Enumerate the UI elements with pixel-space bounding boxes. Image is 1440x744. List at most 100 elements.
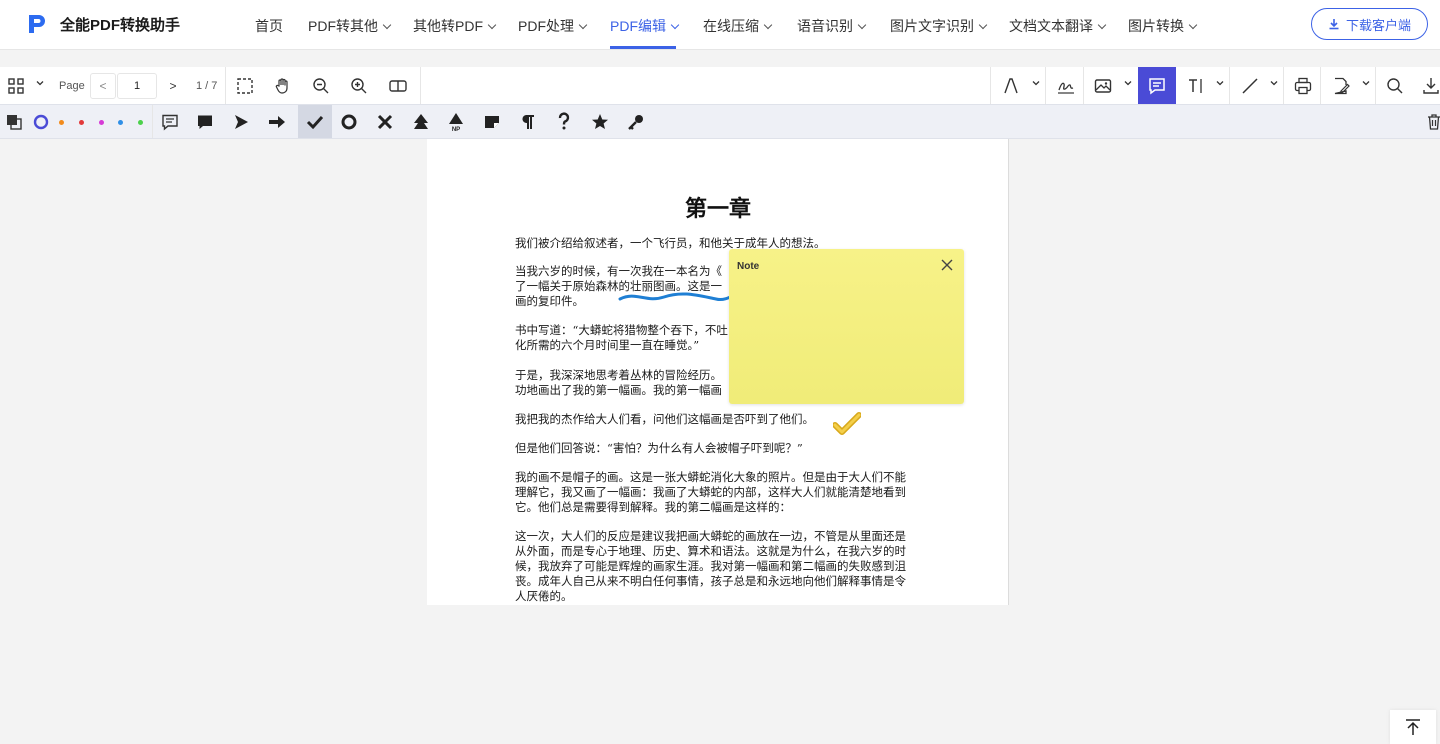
signature-icon[interactable] [1053,73,1079,99]
zoom-out-icon[interactable] [308,73,334,99]
page-number-input[interactable]: 1 [117,73,157,99]
chevron-down-icon[interactable] [35,78,45,91]
color-dot-magenta[interactable] [99,120,104,125]
nav-active-underline [610,46,676,49]
chevron-down-icon[interactable] [1269,78,1279,91]
two-page-view-icon[interactable] [385,73,411,99]
marquee-select-icon[interactable] [232,73,258,99]
color-dot-blue[interactable] [118,120,123,125]
help-question-icon[interactable] [550,109,578,135]
divider [420,67,421,105]
color-dot-red[interactable] [79,120,84,125]
nav-pdf-process[interactable]: PDF处理 [518,16,588,36]
chevron-down-icon [763,20,773,30]
chevron-down-icon [1188,20,1198,30]
paragraph: 但是他们回答说：“害怕？为什么有人会被帽子吓到呢？” [515,441,803,455]
checkmark-icon[interactable] [298,105,332,138]
nav-pdf-to-other[interactable]: PDF转其他 [308,16,392,36]
comment-tool-icon[interactable] [1138,67,1176,105]
divider [1283,67,1284,105]
sticky-note-popup[interactable]: Note [729,249,964,404]
nav-image-ocr[interactable]: 图片文字识别 [890,16,988,36]
paragraph: 书中写道：“大蟒蛇将猎物整个吞下，不吐 化所需的六个月时间里一直在睡觉。” [515,323,728,352]
star-icon[interactable] [586,109,614,135]
freehand-wave-annotation[interactable] [616,287,736,307]
nav-doc-translate[interactable]: 文档文本翻译 [1009,16,1107,36]
app-logo-icon[interactable] [26,13,48,35]
comment-icon[interactable] [156,109,184,135]
divider [1375,67,1376,105]
sticky-note-icon[interactable] [478,109,506,135]
document-viewport[interactable]: 第一章 我们被介绍给叙述者，一个飞行员，和他关于成年人的想法。 当我六岁的时候，… [0,139,1440,744]
nav-online-compress[interactable]: 在线压缩 [703,16,773,36]
chevron-down-icon [1097,20,1107,30]
chevron-down-icon [578,20,588,30]
checkmark-stamp-annotation[interactable] [833,412,861,436]
divider [1045,67,1046,105]
cross-icon[interactable] [371,109,399,135]
color-circle-icon[interactable] [27,109,55,135]
close-icon[interactable] [940,258,954,272]
chevron-down-icon [382,20,392,30]
arrow-up-icon [1406,719,1420,735]
note-title: Note [737,261,760,272]
download-file-icon[interactable] [1418,73,1440,99]
divider [1083,67,1084,105]
next-page-button[interactable]: > [160,73,186,99]
paragraph: 我的画不是帽子的画。这是一张大蟒蛇消化大象的照片。但是由于大人们不能 理解它，我… [515,470,906,514]
color-dot-green[interactable] [138,120,143,125]
chevron-down-icon [487,20,497,30]
freehand-pen-icon[interactable] [998,73,1024,99]
nav-pdf-edit[interactable]: PDF编辑 [610,16,680,36]
right-arrow-icon[interactable] [263,109,291,135]
chevron-down-icon[interactable] [1361,78,1371,91]
page-label: Page [59,80,85,92]
nav-other-to-pdf[interactable]: 其他转PDF [413,16,497,36]
search-icon[interactable] [1382,73,1408,99]
new-paragraph-icon[interactable]: NP [442,109,470,135]
brand-name[interactable]: 全能PDF转换助手 [60,14,180,35]
play-arrow-icon[interactable] [227,109,255,135]
nav-speech-recognition[interactable]: 语音识别 [797,16,867,36]
download-label: 下载客户端 [1345,17,1411,33]
color-dot-orange[interactable] [59,120,64,125]
trash-icon[interactable] [1420,109,1440,135]
divider [990,67,991,105]
image-insert-icon[interactable] [1090,73,1116,99]
nav-home[interactable]: 首页 [255,16,283,36]
hand-pan-icon[interactable] [270,73,296,99]
text-tool-icon[interactable] [1183,73,1209,99]
chevron-down-icon [670,20,680,30]
circle-icon[interactable] [335,109,363,135]
paragraph: 于是，我深深地思考着丛林的冒险经历。 功地画出了我的第一幅画。我的第一幅画 [515,368,722,397]
line-tool-icon[interactable] [1237,73,1263,99]
scroll-to-top-button[interactable] [1390,710,1436,744]
svg-text:NP: NP [452,127,460,132]
divider [1229,67,1230,105]
zoom-in-icon[interactable] [346,73,372,99]
thumbnail-grid-icon[interactable] [3,73,29,99]
key-icon[interactable] [622,109,650,135]
top-navbar: 全能PDF转换助手 首页 PDF转其他 其他转PDF PDF处理 PDF编辑 在… [0,0,1440,50]
speech-bubble-icon[interactable] [191,109,219,135]
nav-image-convert[interactable]: 图片转换 [1128,16,1198,36]
divider [152,105,153,138]
divider [225,67,226,105]
main-toolbar: Page < 1 > 1 / 7 [0,67,1440,105]
chapter-title: 第一章 [684,196,751,222]
chevron-down-icon [857,20,867,30]
edit-document-icon[interactable] [1328,73,1354,99]
paragraph: 我把我的杰作给大人们看，问他们这幅画是否吓到了他们。 [515,412,814,426]
print-icon[interactable] [1290,73,1316,99]
prev-page-button[interactable]: < [90,73,116,99]
insert-icon[interactable] [407,109,435,135]
paragraph-icon[interactable] [514,109,542,135]
paragraph: 这一次，大人们的反应是建议我把画大蟒蛇的画放在一边，不管是从里面还是 从外面，而… [515,529,906,603]
layers-icon[interactable] [0,109,28,135]
chevron-down-icon[interactable] [1031,78,1041,91]
chevron-down-icon[interactable] [1123,78,1133,91]
download-icon [1329,19,1339,30]
chevron-down-icon[interactable] [1215,78,1225,91]
divider [1320,67,1321,105]
download-client-button[interactable]: 下载客户端 [1311,8,1428,40]
